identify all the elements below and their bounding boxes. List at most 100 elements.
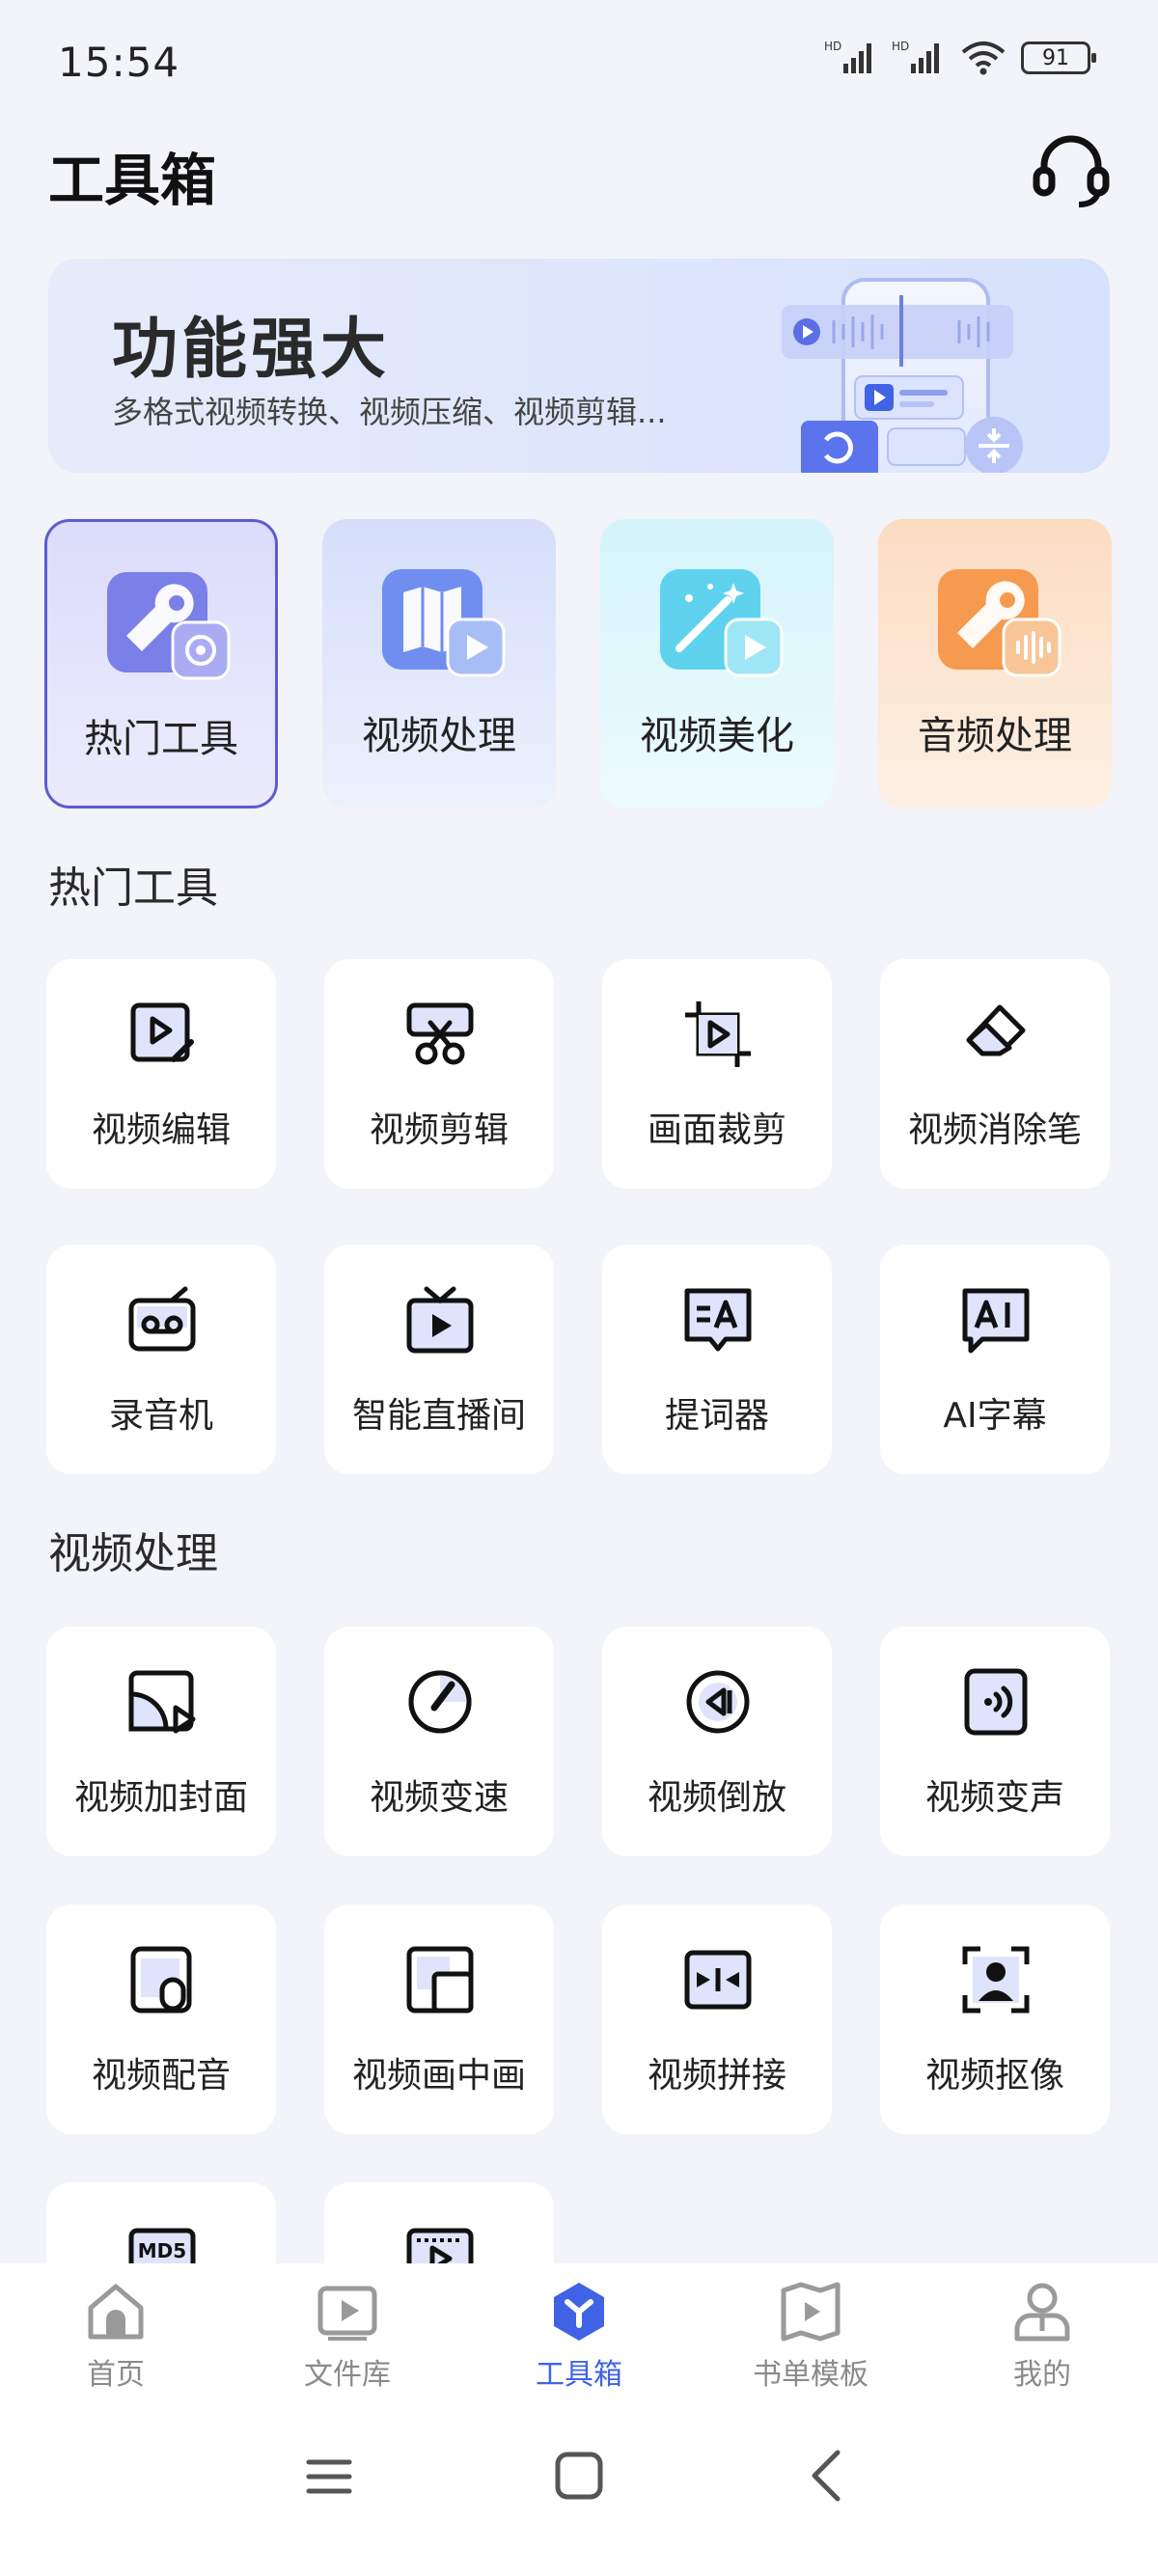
reverse-icon [686,1670,750,1734]
tool-label: 视频拼接 [647,2056,786,2096]
category-label: 音频处理 [918,714,1072,758]
wifi-icon [961,41,1006,75]
nav-label: 书单模板 [753,2358,868,2392]
tool-live-room[interactable]: 智能直播间 [324,1245,554,1474]
scissors-icon [406,1002,474,1065]
nav-home[interactable]: 首页 [19,2281,212,2397]
nav-book-template[interactable]: 书单模板 [714,2281,907,2397]
tool-recorder[interactable]: 录音机 [46,1245,276,1474]
tool-teleprompter[interactable]: 提词器 [602,1245,832,1474]
ai-subtitle-icon [962,1288,1030,1354]
nav-label: 我的 [1013,2358,1071,2392]
profile-icon [1014,2283,1070,2342]
tool-video-merge[interactable]: 视频拼接 [602,1905,832,2134]
tool-eraser[interactable]: 视频消除笔 [880,959,1110,1189]
speed-icon [408,1670,472,1734]
signal-icon: HD [892,40,939,73]
tool-voice-change[interactable]: 视频变声 [880,1627,1110,1856]
tool-label: 视频加封面 [73,1778,248,1818]
home-icon [88,2284,144,2340]
tool-label: AI字幕 [943,1396,1047,1436]
book-template-icon [781,2282,841,2342]
tool-label: 视频消除笔 [907,1110,1082,1150]
tool-video-edit[interactable]: 视频编辑 [46,959,276,1189]
tool-video-cut[interactable]: 视频剪辑 [324,959,554,1189]
tool-ai-subtitle[interactable]: AI字幕 [880,1245,1110,1474]
merge-icon [684,1950,752,2010]
tool-video-speed[interactable]: 视频变速 [324,1627,554,1856]
menu-icon[interactable] [305,2453,353,2501]
toolbox-icon [554,2283,604,2341]
tool-label: 视频画中画 [351,2056,526,2096]
promo-banner[interactable]: 功能强大 多格式视频转换、视频压缩、视频剪辑... [48,259,1110,473]
file-library-icon [317,2286,377,2341]
prompter-icon [684,1288,752,1352]
battery-icon: 91 [1021,41,1096,74]
magic-wand-icon [660,569,784,677]
tool-label: 视频变速 [369,1778,509,1818]
eraser-icon [966,1004,1026,1056]
category-hot-tools[interactable]: 热门工具 [44,519,278,808]
status-icons: HD HD 91 [824,39,1096,77]
back-icon[interactable] [807,2449,845,2503]
audio-wrench-icon [938,569,1062,677]
map-video-icon [382,569,506,677]
system-navigation-bar [0,2402,1158,2576]
bottom-nav: 首页 文件库 工具箱 书单模板 我的 [0,2263,1158,2402]
wrench-icon [107,572,231,680]
phone-illustration-icon [782,278,1023,473]
portrait-cutout-icon [962,1946,1030,2014]
tool-label: 画面裁剪 [647,1110,786,1150]
tool-label: 智能直播间 [351,1396,526,1436]
category-label: 热门工具 [84,717,238,761]
headset-icon[interactable] [1031,129,1112,210]
category-row: 热门工具 视频处理 视频美化 音频处理 [44,519,1116,808]
tool-label: 视频配音 [91,2056,231,2096]
page-title: 工具箱 [48,148,217,213]
nav-label: 首页 [87,2358,145,2392]
nav-file-library[interactable]: 文件库 [251,2281,444,2397]
svg-text:HD: HD [892,40,909,53]
tv-live-icon [406,1286,474,1354]
tool-portrait-cutout[interactable]: 视频抠像 [880,1905,1110,2134]
tool-label: 视频倒放 [647,1778,786,1818]
tool-label: 提词器 [664,1396,769,1436]
tool-video-reverse[interactable]: 视频倒放 [602,1627,832,1856]
tool-label: 视频抠像 [924,2056,1064,2096]
tool-video-cover[interactable]: 视频加封面 [46,1627,276,1856]
cover-icon [128,1670,196,1734]
nav-toolbox[interactable]: 工具箱 [482,2281,676,2397]
tool-label: 视频编辑 [91,1110,231,1150]
tool-label: 视频剪辑 [369,1110,509,1150]
tool-label: 视频变声 [924,1778,1064,1818]
svg-text:HD: HD [824,40,841,53]
tool-crop[interactable]: 画面裁剪 [602,959,832,1189]
category-video-processing[interactable]: 视频处理 [322,519,556,808]
home-square-icon[interactable] [554,2451,604,2501]
category-label: 视频处理 [362,714,516,758]
banner-subtitle: 多格式视频转换、视频压缩、视频剪辑... [112,394,667,430]
crop-icon [685,1001,751,1067]
voice-change-icon [964,1668,1028,1736]
tool-label: 录音机 [108,1396,213,1436]
category-label: 视频美化 [640,714,794,758]
recorder-icon [128,1286,196,1352]
dubbing-icon [130,1946,192,2014]
battery-level: 91 [1042,45,1069,70]
nav-label: 工具箱 [536,2358,622,2392]
signal-icon: HD [824,40,871,73]
status-time: 15:54 [58,39,180,86]
tool-picture-in-picture[interactable]: 视频画中画 [324,1905,554,2134]
nav-profile[interactable]: 我的 [946,2281,1139,2397]
video-edit-icon [130,1002,194,1062]
section-title-video-processing: 视频处理 [48,1529,218,1578]
nav-label: 文件库 [304,2358,391,2392]
pip-icon [406,1946,474,2014]
category-video-beautify[interactable]: 视频美化 [600,519,834,808]
tool-video-dubbing[interactable]: 视频配音 [46,1905,276,2134]
section-title-hot-tools: 热门工具 [48,863,218,913]
status-bar: 15:54 HD HD 91 [0,0,1158,125]
banner-title: 功能强大 [112,312,391,388]
category-audio-processing[interactable]: 音频处理 [878,519,1112,808]
md5-text: MD5 [138,2239,186,2262]
